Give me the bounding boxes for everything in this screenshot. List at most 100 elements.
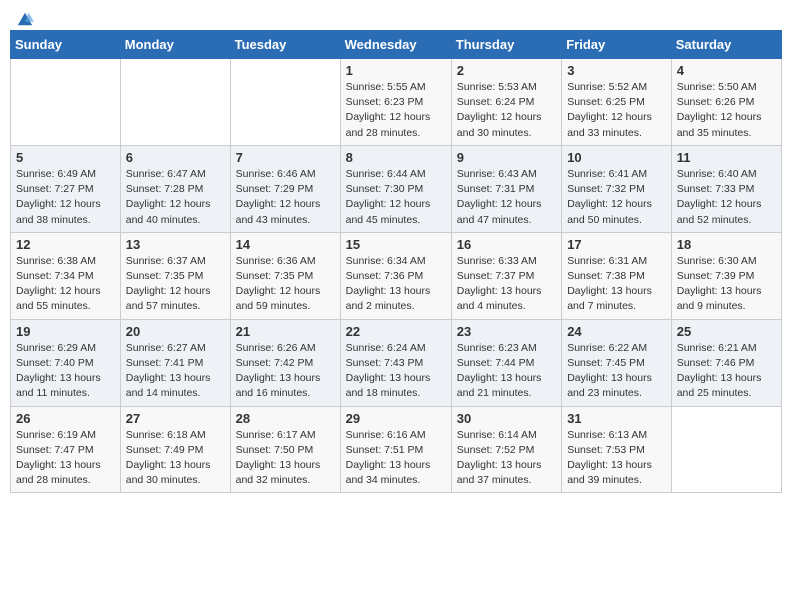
daylight: Daylight: 12 hours and 55 minutes. [16, 285, 101, 312]
sunrise: Sunrise: 6:29 AM [16, 342, 96, 354]
day-number: 6 [126, 150, 225, 165]
day-number: 11 [677, 150, 776, 165]
day-info: Sunrise: 6:41 AM Sunset: 7:32 PM Dayligh… [567, 167, 666, 228]
calendar-cell: 20 Sunrise: 6:27 AM Sunset: 7:41 PM Dayl… [120, 319, 230, 406]
day-number: 1 [346, 63, 446, 78]
logo [14, 10, 34, 22]
day-number: 3 [567, 63, 666, 78]
sunrise: Sunrise: 6:46 AM [236, 168, 316, 180]
calendar-cell [11, 59, 121, 146]
daylight: Daylight: 13 hours and 21 minutes. [457, 372, 542, 399]
sunrise: Sunrise: 6:26 AM [236, 342, 316, 354]
sunrise: Sunrise: 6:16 AM [346, 429, 426, 441]
sunrise: Sunrise: 5:55 AM [346, 81, 426, 93]
daylight: Daylight: 13 hours and 32 minutes. [236, 459, 321, 486]
page-header [10, 10, 782, 22]
sunrise: Sunrise: 6:49 AM [16, 168, 96, 180]
day-info: Sunrise: 5:53 AM Sunset: 6:24 PM Dayligh… [457, 80, 556, 141]
calendar-week-row: 19 Sunrise: 6:29 AM Sunset: 7:40 PM Dayl… [11, 319, 782, 406]
day-number: 20 [126, 324, 225, 339]
daylight: Daylight: 13 hours and 18 minutes. [346, 372, 431, 399]
sunset: Sunset: 7:38 PM [567, 270, 645, 282]
calendar-cell: 26 Sunrise: 6:19 AM Sunset: 7:47 PM Dayl… [11, 406, 121, 493]
day-number: 8 [346, 150, 446, 165]
day-number: 7 [236, 150, 335, 165]
sunset: Sunset: 7:52 PM [457, 444, 535, 456]
day-info: Sunrise: 6:17 AM Sunset: 7:50 PM Dayligh… [236, 428, 335, 489]
daylight: Daylight: 13 hours and 9 minutes. [677, 285, 762, 312]
calendar-week-row: 1 Sunrise: 5:55 AM Sunset: 6:23 PM Dayli… [11, 59, 782, 146]
day-number: 26 [16, 411, 115, 426]
calendar-cell: 28 Sunrise: 6:17 AM Sunset: 7:50 PM Dayl… [230, 406, 340, 493]
daylight: Daylight: 13 hours and 14 minutes. [126, 372, 211, 399]
sunset: Sunset: 7:44 PM [457, 357, 535, 369]
daylight: Daylight: 13 hours and 7 minutes. [567, 285, 652, 312]
day-info: Sunrise: 6:30 AM Sunset: 7:39 PM Dayligh… [677, 254, 776, 315]
daylight: Daylight: 13 hours and 23 minutes. [567, 372, 652, 399]
day-number: 16 [457, 237, 556, 252]
sunrise: Sunrise: 6:22 AM [567, 342, 647, 354]
weekday-header: Friday [562, 31, 672, 59]
weekday-header: Monday [120, 31, 230, 59]
calendar-cell: 21 Sunrise: 6:26 AM Sunset: 7:42 PM Dayl… [230, 319, 340, 406]
calendar-cell [230, 59, 340, 146]
sunrise: Sunrise: 6:27 AM [126, 342, 206, 354]
calendar-header-row: SundayMondayTuesdayWednesdayThursdayFrid… [11, 31, 782, 59]
calendar-cell: 30 Sunrise: 6:14 AM Sunset: 7:52 PM Dayl… [451, 406, 561, 493]
sunrise: Sunrise: 6:14 AM [457, 429, 537, 441]
day-info: Sunrise: 6:37 AM Sunset: 7:35 PM Dayligh… [126, 254, 225, 315]
calendar-cell: 18 Sunrise: 6:30 AM Sunset: 7:39 PM Dayl… [671, 232, 781, 319]
calendar-cell: 24 Sunrise: 6:22 AM Sunset: 7:45 PM Dayl… [562, 319, 672, 406]
day-info: Sunrise: 6:40 AM Sunset: 7:33 PM Dayligh… [677, 167, 776, 228]
day-info: Sunrise: 6:22 AM Sunset: 7:45 PM Dayligh… [567, 341, 666, 402]
sunrise: Sunrise: 6:19 AM [16, 429, 96, 441]
sunset: Sunset: 7:33 PM [677, 183, 755, 195]
day-info: Sunrise: 6:26 AM Sunset: 7:42 PM Dayligh… [236, 341, 335, 402]
day-number: 30 [457, 411, 556, 426]
daylight: Daylight: 13 hours and 39 minutes. [567, 459, 652, 486]
day-info: Sunrise: 6:14 AM Sunset: 7:52 PM Dayligh… [457, 428, 556, 489]
daylight: Daylight: 12 hours and 30 minutes. [457, 111, 542, 138]
calendar-cell: 25 Sunrise: 6:21 AM Sunset: 7:46 PM Dayl… [671, 319, 781, 406]
daylight: Daylight: 12 hours and 52 minutes. [677, 198, 762, 225]
daylight: Daylight: 13 hours and 11 minutes. [16, 372, 101, 399]
day-info: Sunrise: 6:16 AM Sunset: 7:51 PM Dayligh… [346, 428, 446, 489]
day-info: Sunrise: 6:46 AM Sunset: 7:29 PM Dayligh… [236, 167, 335, 228]
daylight: Daylight: 13 hours and 34 minutes. [346, 459, 431, 486]
daylight: Daylight: 12 hours and 38 minutes. [16, 198, 101, 225]
calendar-cell [671, 406, 781, 493]
day-info: Sunrise: 6:36 AM Sunset: 7:35 PM Dayligh… [236, 254, 335, 315]
daylight: Daylight: 13 hours and 4 minutes. [457, 285, 542, 312]
daylight: Daylight: 12 hours and 47 minutes. [457, 198, 542, 225]
sunset: Sunset: 6:23 PM [346, 96, 424, 108]
sunset: Sunset: 7:35 PM [236, 270, 314, 282]
day-info: Sunrise: 6:38 AM Sunset: 7:34 PM Dayligh… [16, 254, 115, 315]
sunset: Sunset: 7:32 PM [567, 183, 645, 195]
sunset: Sunset: 7:50 PM [236, 444, 314, 456]
weekday-header: Sunday [11, 31, 121, 59]
sunrise: Sunrise: 6:17 AM [236, 429, 316, 441]
daylight: Daylight: 13 hours and 2 minutes. [346, 285, 431, 312]
day-info: Sunrise: 6:19 AM Sunset: 7:47 PM Dayligh… [16, 428, 115, 489]
day-number: 10 [567, 150, 666, 165]
day-number: 9 [457, 150, 556, 165]
sunrise: Sunrise: 6:44 AM [346, 168, 426, 180]
sunset: Sunset: 7:40 PM [16, 357, 94, 369]
day-info: Sunrise: 6:29 AM Sunset: 7:40 PM Dayligh… [16, 341, 115, 402]
day-number: 21 [236, 324, 335, 339]
calendar-cell [120, 59, 230, 146]
day-info: Sunrise: 6:31 AM Sunset: 7:38 PM Dayligh… [567, 254, 666, 315]
calendar-cell: 9 Sunrise: 6:43 AM Sunset: 7:31 PM Dayli… [451, 145, 561, 232]
sunset: Sunset: 7:47 PM [16, 444, 94, 456]
sunset: Sunset: 6:24 PM [457, 96, 535, 108]
sunset: Sunset: 7:31 PM [457, 183, 535, 195]
sunset: Sunset: 7:28 PM [126, 183, 204, 195]
weekday-header: Thursday [451, 31, 561, 59]
weekday-header: Saturday [671, 31, 781, 59]
daylight: Daylight: 13 hours and 37 minutes. [457, 459, 542, 486]
daylight: Daylight: 12 hours and 50 minutes. [567, 198, 652, 225]
day-info: Sunrise: 5:55 AM Sunset: 6:23 PM Dayligh… [346, 80, 446, 141]
sunset: Sunset: 7:39 PM [677, 270, 755, 282]
calendar-table: SundayMondayTuesdayWednesdayThursdayFrid… [10, 30, 782, 493]
calendar-cell: 10 Sunrise: 6:41 AM Sunset: 7:32 PM Dayl… [562, 145, 672, 232]
